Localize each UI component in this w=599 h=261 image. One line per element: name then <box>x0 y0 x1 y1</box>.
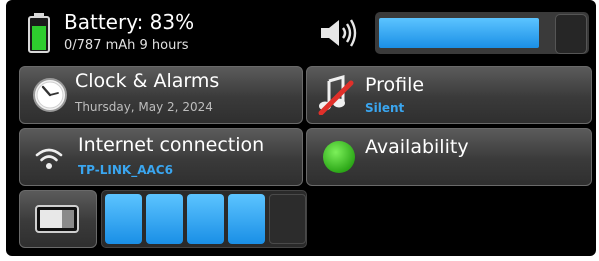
brightness-segment[interactable] <box>269 194 306 244</box>
battery-title: Battery: 83% <box>64 10 195 34</box>
clock-alarms-title: Clock & Alarms <box>75 70 220 92</box>
availability-tile[interactable]: Availability <box>306 128 592 186</box>
network-name: TP-LINK_AAC6 <box>78 163 173 177</box>
internet-title: Internet connection <box>78 134 265 156</box>
battery-icon <box>28 13 50 53</box>
internet-connection-tile[interactable]: Internet connection TP-LINK_AAC6 <box>19 128 303 186</box>
brightness-segment[interactable] <box>187 194 224 244</box>
brightness-segment[interactable] <box>105 194 142 244</box>
availability-status-icon <box>323 141 355 173</box>
battery-detail: 0/787 mAh 9 hours <box>64 38 189 53</box>
availability-title: Availability <box>365 136 469 158</box>
profile-value: Silent <box>365 101 405 115</box>
wifi-icon <box>35 148 63 169</box>
profile-title: Profile <box>365 74 425 96</box>
brightness-control[interactable] <box>101 190 307 248</box>
silent-profile-icon <box>318 75 354 115</box>
volume-slider[interactable] <box>375 12 589 54</box>
clock-date: Thursday, May 2, 2024 <box>75 100 213 114</box>
screen-lock-toggle-icon <box>35 205 79 233</box>
speaker-icon[interactable] <box>319 17 359 49</box>
profile-tile[interactable]: Profile Silent <box>306 66 592 124</box>
screen-lock-toggle[interactable] <box>19 190 97 248</box>
brightness-segment[interactable] <box>228 194 265 244</box>
volume-slider-knob[interactable] <box>555 14 587 54</box>
clock-alarms-tile[interactable]: Clock & Alarms Thursday, May 2, 2024 <box>19 66 303 124</box>
brightness-segment[interactable] <box>146 194 183 244</box>
clock-icon <box>33 78 67 112</box>
volume-fill <box>379 18 539 48</box>
